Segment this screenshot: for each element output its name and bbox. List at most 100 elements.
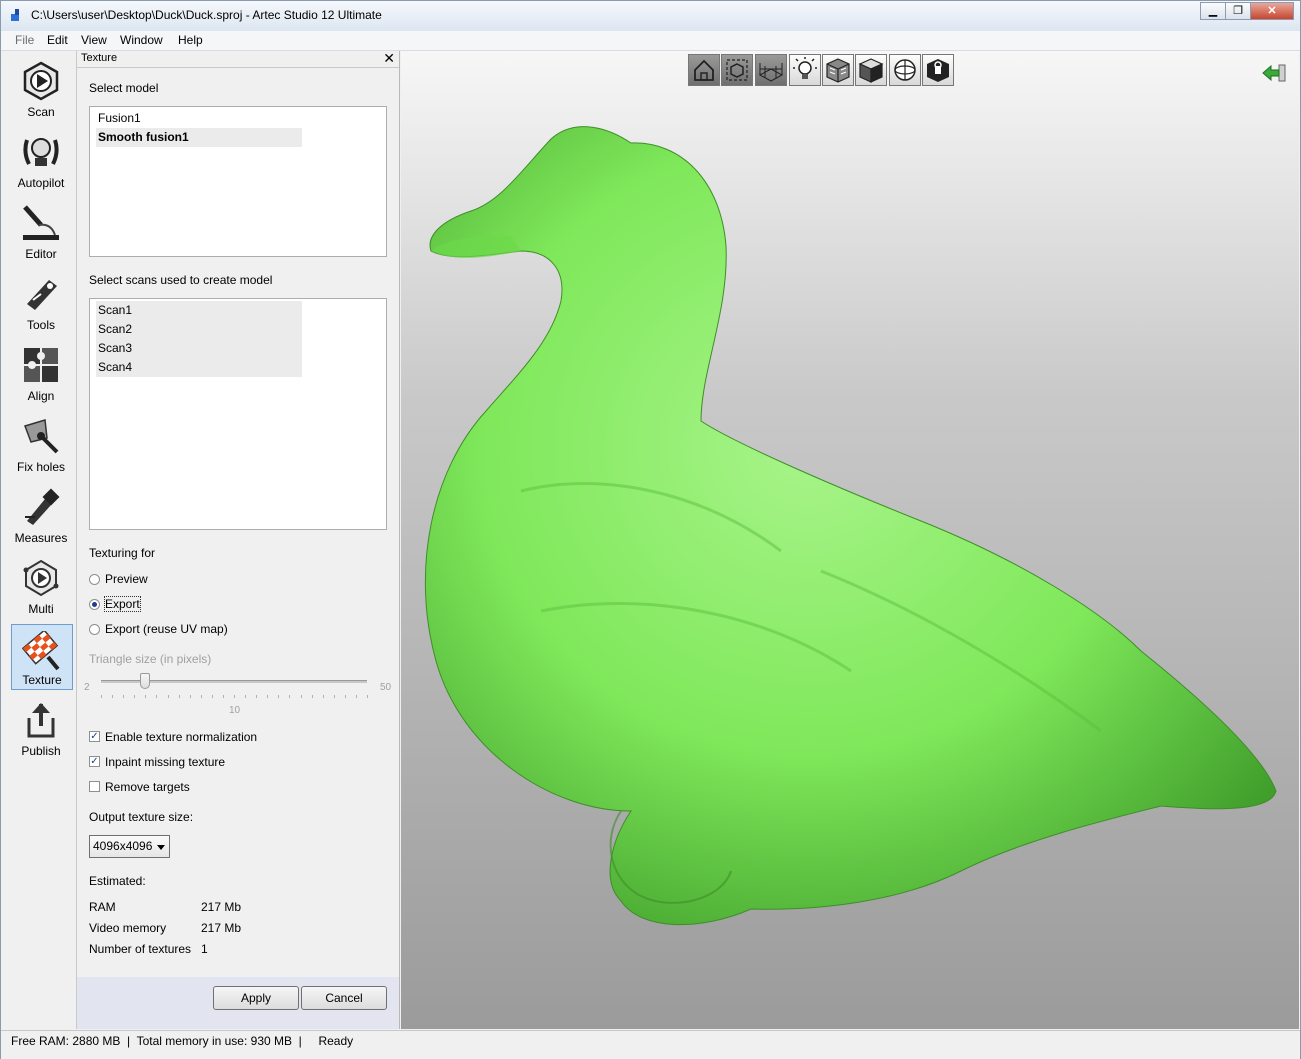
- tool-label: Measures: [14, 531, 68, 545]
- tools-icon: [27, 280, 57, 310]
- menu-help[interactable]: Help: [178, 33, 203, 47]
- window-title: C:\Users\user\Desktop\Duck\Duck.sproj - …: [31, 8, 382, 22]
- list-item[interactable]: Fusion1: [96, 109, 302, 128]
- app-icon: [11, 9, 19, 21]
- slider-tick: [167, 695, 169, 698]
- title-bar: C:\Users\user\Desktop\Duck\Duck.sproj - …: [1, 1, 1300, 31]
- tool-label: Editor: [25, 247, 57, 261]
- tool-texture[interactable]: Texture: [11, 624, 73, 690]
- list-item[interactable]: Scan3: [96, 339, 302, 358]
- autopilot-icon: [23, 138, 59, 166]
- tool-fix-holes[interactable]: Fix holes: [10, 410, 72, 476]
- radio-export-label[interactable]: Export: [104, 596, 141, 612]
- slider-tick: [245, 695, 247, 698]
- output-size-select[interactable]: 4096x4096: [89, 835, 170, 858]
- select-scans-label: Select scans used to create model: [89, 273, 273, 287]
- multi-icon: [23, 559, 59, 597]
- tool-tools[interactable]: Tools: [10, 268, 72, 334]
- model-list[interactable]: Fusion1 Smooth fusion1: [89, 106, 387, 257]
- slider-tick: [112, 695, 114, 698]
- list-item[interactable]: Smooth fusion1: [96, 128, 302, 147]
- radio-export[interactable]: [89, 599, 100, 610]
- slider-tick: [344, 695, 346, 698]
- 3d-viewport[interactable]: [401, 51, 1299, 1029]
- ram-label: RAM: [89, 900, 116, 914]
- tool-multi[interactable]: Multi: [10, 552, 72, 618]
- tool-label: Texture: [22, 673, 62, 687]
- align-icon: [24, 348, 58, 382]
- tool-label: Align: [27, 389, 55, 403]
- cancel-button[interactable]: Cancel: [301, 986, 387, 1010]
- triangle-size-label: Triangle size (in pixels): [89, 652, 212, 666]
- slider-tick: [333, 695, 335, 698]
- slider-tick: [322, 695, 324, 698]
- slider-value-label: 10: [229, 705, 241, 716]
- tool-align[interactable]: Align: [10, 339, 72, 405]
- slider-tick: [367, 695, 368, 698]
- list-item[interactable]: Scan4: [96, 358, 302, 377]
- measures-icon: [25, 488, 60, 525]
- inpaint-label[interactable]: Inpaint missing texture: [105, 755, 225, 769]
- menu-edit[interactable]: Edit: [47, 33, 68, 47]
- slider-tick: [222, 695, 224, 698]
- tool-label: Fix holes: [16, 460, 66, 474]
- status-bar: Free RAM: 2880 MB | Total memory in use:…: [1, 1030, 1300, 1059]
- texture-count-label: Number of textures: [89, 942, 192, 956]
- tool-measures[interactable]: Measures: [10, 481, 72, 547]
- tool-scan[interactable]: Scan: [10, 55, 72, 121]
- slider-tick: [189, 695, 191, 698]
- radio-preview[interactable]: [89, 574, 100, 585]
- slider-thumb[interactable]: [140, 673, 151, 689]
- radio-export-reuse-label[interactable]: Export (reuse UV map): [105, 622, 228, 636]
- slider-tick: [101, 695, 102, 698]
- window-controls: ▁ ❐ ✕: [1200, 2, 1294, 20]
- radio-preview-label[interactable]: Preview: [105, 572, 148, 586]
- slider-min-label: 2: [84, 682, 90, 693]
- slider-tick: [256, 695, 258, 698]
- menu-file[interactable]: File: [15, 33, 34, 47]
- publish-icon: [27, 703, 55, 738]
- close-button[interactable]: ✕: [1250, 2, 1294, 20]
- normalization-checkbox[interactable]: ✓: [89, 731, 100, 742]
- output-size-label: Output texture size:: [89, 810, 194, 824]
- list-item[interactable]: Scan2: [96, 320, 302, 339]
- slider-tick: [156, 695, 158, 698]
- app-window: C:\Users\user\Desktop\Duck\Duck.sproj - …: [0, 0, 1301, 1059]
- slider-tick: [200, 695, 202, 698]
- panel-close-button[interactable]: ✕: [383, 50, 395, 67]
- scan-icon: [23, 61, 59, 101]
- tool-editor[interactable]: Editor: [10, 197, 72, 263]
- texture-icon: [22, 631, 60, 671]
- tool-publish[interactable]: Publish: [10, 694, 72, 760]
- menu-view[interactable]: View: [81, 33, 107, 47]
- normalization-label[interactable]: Enable texture normalization: [105, 730, 257, 744]
- tool-label: Autopilot: [17, 176, 65, 190]
- apply-button[interactable]: Apply: [213, 986, 299, 1010]
- tool-label: Multi: [28, 602, 54, 616]
- scan-list[interactable]: Scan1 Scan2 Scan3 Scan4: [89, 298, 387, 530]
- minimize-button[interactable]: ▁: [1200, 2, 1226, 20]
- list-item[interactable]: Scan1: [96, 301, 302, 320]
- remove-targets-checkbox[interactable]: [89, 781, 100, 792]
- tool-label: Scan: [27, 105, 55, 119]
- chevron-down-icon: [157, 845, 165, 850]
- radio-export-reuse[interactable]: [89, 624, 100, 635]
- slider-tick: [289, 695, 291, 698]
- ram-value: 217 Mb: [201, 900, 242, 914]
- slider-tick: [267, 695, 269, 698]
- slider-tick: [211, 695, 213, 698]
- panel-header: Texture ✕: [77, 50, 399, 68]
- fix-holes-icon: [24, 419, 59, 454]
- slider-tick: [311, 695, 313, 698]
- tool-autopilot[interactable]: Autopilot: [10, 126, 72, 192]
- slider-max-label: 50: [380, 682, 392, 693]
- slider-tick: [234, 695, 235, 698]
- menu-window[interactable]: Window: [120, 33, 163, 47]
- slider-tick: [178, 695, 180, 698]
- maximize-button[interactable]: ❐: [1225, 2, 1251, 20]
- duck-model[interactable]: [401, 51, 1299, 1029]
- inpaint-checkbox[interactable]: ✓: [89, 756, 100, 767]
- slider-tick: [145, 695, 147, 698]
- output-size-value: 4096x4096: [93, 839, 153, 853]
- remove-targets-label[interactable]: Remove targets: [105, 780, 190, 794]
